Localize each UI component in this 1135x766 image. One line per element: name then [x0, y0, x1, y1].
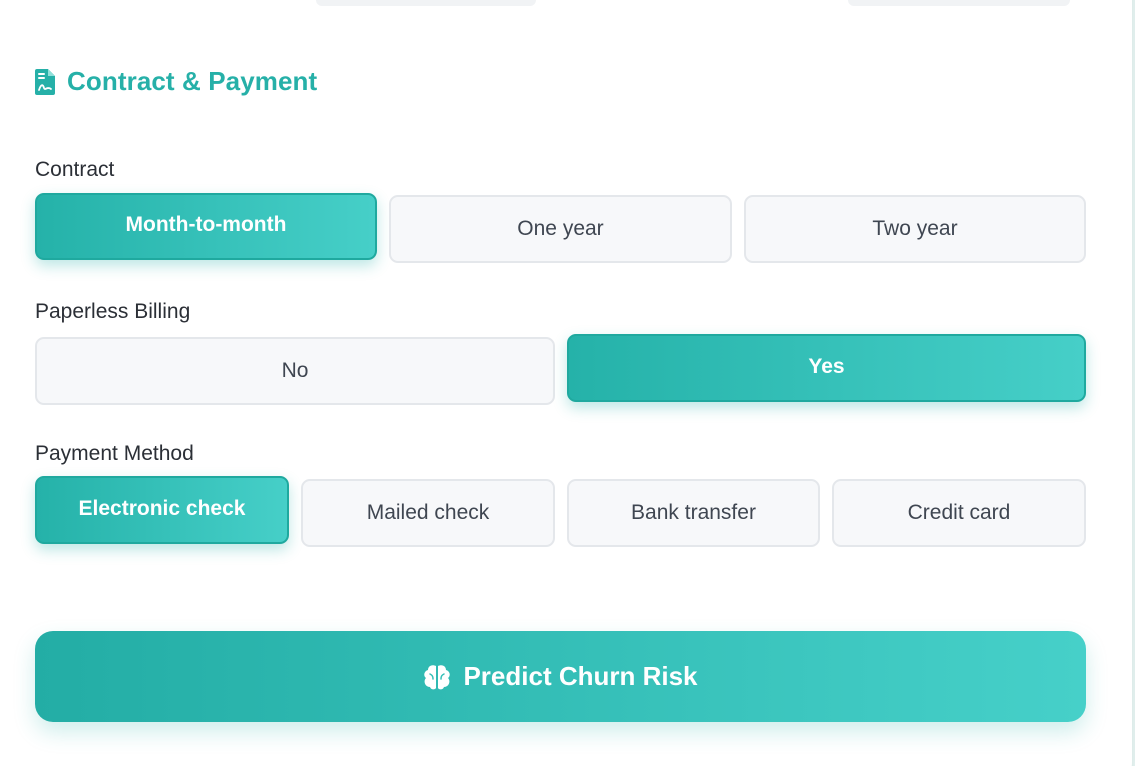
- section-header: Contract & Payment: [35, 66, 317, 97]
- paperless-option-no[interactable]: No: [35, 337, 555, 405]
- contract-option-one-year[interactable]: One year: [389, 195, 732, 263]
- predict-churn-risk-button[interactable]: Predict Churn Risk: [35, 631, 1086, 722]
- paperless-option-yes[interactable]: Yes: [567, 334, 1086, 402]
- section-title: Contract & Payment: [67, 66, 318, 96]
- payment-option-bank-transfer[interactable]: Bank transfer: [567, 479, 820, 547]
- brain-icon: [423, 664, 451, 690]
- contract-option-month-to-month[interactable]: Month-to-month: [35, 193, 377, 260]
- payment-method-label: Payment Method: [35, 442, 194, 465]
- payment-option-electronic-check[interactable]: Electronic check: [35, 476, 289, 544]
- previous-field-edge: [848, 0, 1070, 6]
- contract-label: Contract: [35, 158, 115, 181]
- payment-option-credit-card[interactable]: Credit card: [832, 479, 1086, 547]
- file-contract-icon: [35, 68, 55, 95]
- payment-option-mailed-check[interactable]: Mailed check: [301, 479, 555, 547]
- previous-field-edge: [316, 0, 536, 6]
- paperless-billing-label: Paperless Billing: [35, 300, 191, 323]
- contract-option-two-year[interactable]: Two year: [744, 195, 1086, 263]
- predict-button-label: Predict Churn Risk: [463, 661, 698, 691]
